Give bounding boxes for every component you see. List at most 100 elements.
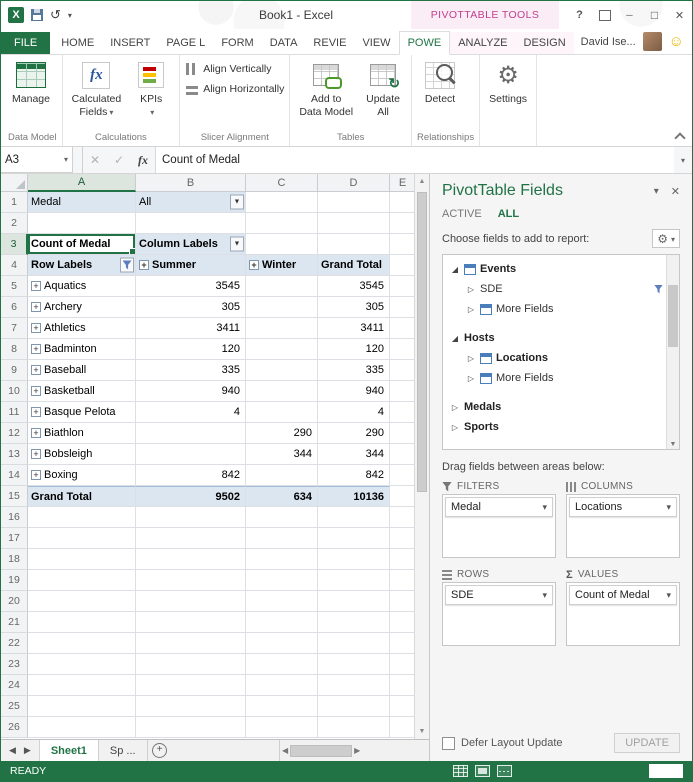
minimize-icon[interactable] [617, 1, 642, 29]
cell-A20[interactable] [28, 591, 136, 612]
manage-button[interactable]: Manage [8, 57, 54, 125]
column-header-c[interactable]: C [246, 174, 318, 192]
cell-B10[interactable]: 940 [136, 381, 246, 402]
cell-C15[interactable]: 634 [246, 486, 318, 507]
zoom-display[interactable] [649, 764, 683, 778]
cell-C13[interactable]: 344 [246, 444, 318, 465]
cell-D16[interactable] [318, 507, 390, 528]
cell-C17[interactable] [246, 528, 318, 549]
cell-B14[interactable]: 842 [136, 465, 246, 486]
cell-C14[interactable] [246, 465, 318, 486]
cell-E23[interactable] [390, 654, 416, 675]
field-item-locations[interactable]: ▷ Locations [448, 348, 663, 368]
cell-B24[interactable] [136, 675, 246, 696]
cell-B25[interactable] [136, 696, 246, 717]
cancel-icon[interactable] [83, 147, 107, 173]
area-rows-box[interactable]: SDE [442, 582, 556, 646]
expand-icon[interactable]: + [31, 344, 41, 354]
cell-B26[interactable] [136, 717, 246, 738]
cell-B6[interactable]: 305 [136, 297, 246, 318]
cell-B16[interactable] [136, 507, 246, 528]
row-header-22[interactable]: 22 [1, 633, 28, 654]
cell-B7[interactable]: 3411 [136, 318, 246, 339]
cell-E10[interactable] [390, 381, 416, 402]
cell-C16[interactable] [246, 507, 318, 528]
field-item-more-fields[interactable]: ▷ More Fields [448, 299, 663, 319]
expand-icon[interactable]: + [139, 260, 149, 270]
filter-dropdown-icon[interactable] [120, 257, 134, 273]
cell-E5[interactable] [390, 276, 416, 297]
cell-A11[interactable]: + Basque Pelota [28, 402, 136, 423]
cell-A24[interactable] [28, 675, 136, 696]
field-list-scroll-down-icon[interactable] [667, 441, 679, 448]
align-vertically-button[interactable]: Align Vertically [185, 62, 272, 75]
cell-C18[interactable] [246, 549, 318, 570]
cell-C22[interactable] [246, 633, 318, 654]
normal-view-icon[interactable] [453, 765, 468, 777]
cell-A6[interactable]: + Archery [28, 297, 136, 318]
ribbon-tab-powe[interactable]: POWE [398, 31, 451, 55]
cell-D26[interactable] [318, 717, 390, 738]
row-header-11[interactable]: 11 [1, 402, 28, 423]
cell-D21[interactable] [318, 612, 390, 633]
cell-B3[interactable]: Column Labels [136, 234, 246, 255]
cell-E6[interactable] [390, 297, 416, 318]
cell-D4[interactable]: Grand Total [318, 255, 390, 276]
scroll-up-icon[interactable] [415, 174, 429, 189]
cell-A13[interactable]: + Bobsleigh [28, 444, 136, 465]
expand-triangle-icon[interactable]: ▷ [466, 374, 476, 383]
field-item-medals[interactable]: ▷ Medals [448, 397, 663, 417]
insert-function-icon[interactable]: fx [131, 147, 155, 173]
field-list-scrollbar[interactable] [666, 255, 679, 449]
close-icon[interactable] [667, 1, 692, 29]
name-box[interactable]: A3 [1, 147, 73, 173]
cell-A7[interactable]: + Athletics [28, 318, 136, 339]
tools-gear-button[interactable] [652, 229, 680, 248]
row-header-25[interactable]: 25 [1, 696, 28, 717]
ribbon-tab-file[interactable]: FILE [1, 32, 51, 54]
cell-A17[interactable] [28, 528, 136, 549]
cell-A8[interactable]: + Badminton [28, 339, 136, 360]
area-columns-box[interactable]: Locations [566, 494, 680, 558]
ribbon-tab-analyze[interactable]: ANALYZE [450, 32, 516, 54]
area-field-locations[interactable]: Locations [569, 497, 677, 517]
cell-E11[interactable] [390, 402, 416, 423]
cell-C2[interactable] [246, 213, 318, 234]
cell-D19[interactable] [318, 570, 390, 591]
cell-E7[interactable] [390, 318, 416, 339]
select-all-corner[interactable] [1, 174, 28, 192]
cell-A5[interactable]: + Aquatics [28, 276, 136, 297]
row-header-6[interactable]: 6 [1, 297, 28, 318]
cell-B2[interactable] [136, 213, 246, 234]
defer-layout-checkbox[interactable] [442, 736, 455, 750]
calculated-fields-button[interactable]: CalculatedFields▾ [68, 57, 126, 125]
add-to-data-model-button[interactable]: Add to Data Model [295, 57, 357, 125]
page-layout-view-icon[interactable] [475, 765, 490, 777]
cell-A15[interactable]: Grand Total [28, 486, 136, 507]
cell-E24[interactable] [390, 675, 416, 696]
row-header-15[interactable]: 15 [1, 486, 28, 507]
row-header-8[interactable]: 8 [1, 339, 28, 360]
cell-E8[interactable] [390, 339, 416, 360]
formula-input[interactable]: Count of Medal [155, 147, 674, 173]
scroll-down-icon[interactable] [415, 724, 429, 739]
cell-E20[interactable] [390, 591, 416, 612]
cell-D18[interactable] [318, 549, 390, 570]
cell-B12[interactable] [136, 423, 246, 444]
row-header-5[interactable]: 5 [1, 276, 28, 297]
ribbon-tab-insert[interactable]: INSERT [102, 32, 158, 54]
cell-B20[interactable] [136, 591, 246, 612]
vertical-scrollbar[interactable] [414, 174, 429, 739]
cell-D6[interactable]: 305 [318, 297, 390, 318]
cell-C21[interactable] [246, 612, 318, 633]
cell-C7[interactable] [246, 318, 318, 339]
undo-icon[interactable] [50, 9, 61, 21]
dropdown-icon[interactable] [230, 236, 244, 252]
ribbon-tab-data[interactable]: DATA [262, 32, 306, 54]
cell-A18[interactable] [28, 549, 136, 570]
sheet-nav-right-icon[interactable]: ▶ [24, 745, 31, 756]
pane-close-icon[interactable] [671, 185, 680, 198]
cell-D24[interactable] [318, 675, 390, 696]
feedback-smiley-icon[interactable] [669, 35, 684, 49]
formula-bar-expand-icon[interactable] [674, 147, 692, 173]
